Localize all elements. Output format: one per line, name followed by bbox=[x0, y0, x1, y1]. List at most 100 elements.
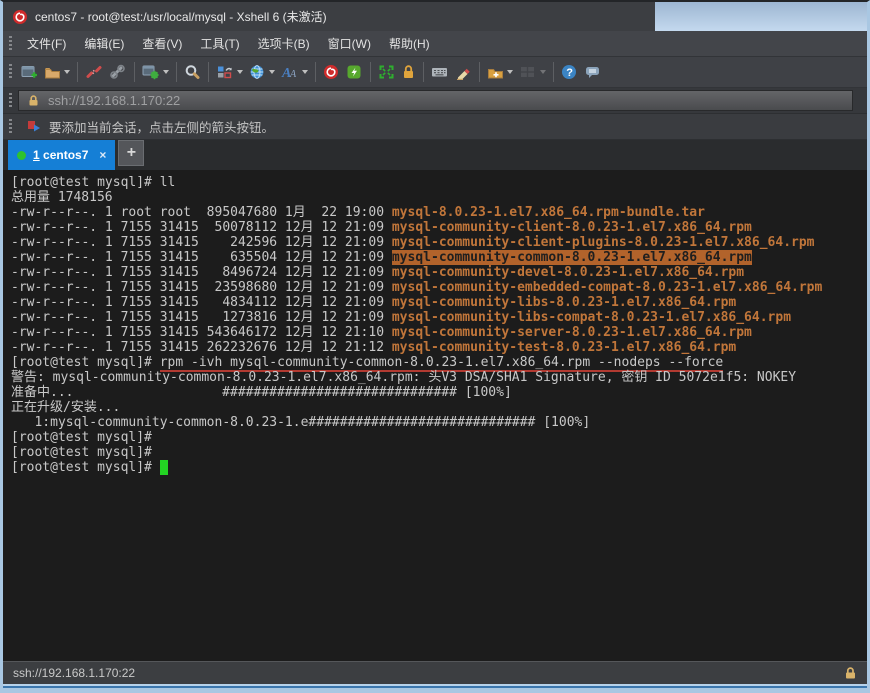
keyboard-icon bbox=[431, 64, 449, 80]
lock-screen-button[interactable] bbox=[398, 60, 419, 84]
toolbar-separator bbox=[370, 62, 371, 82]
terminal-line: [root@test mysql]# ll bbox=[11, 175, 867, 190]
terminal-line: 准备中... ############################## [1… bbox=[11, 385, 867, 400]
tab-centos7[interactable]: 1 centos7 × bbox=[8, 140, 115, 170]
terminal-line: -rw-r--r--. 1 7155 31415 23598680 12月 12… bbox=[11, 280, 867, 295]
help-button[interactable]: ? bbox=[558, 60, 581, 84]
window-title: centos7 - root@test:/usr/local/mysql - X… bbox=[35, 8, 327, 25]
tile-layout-button[interactable] bbox=[213, 60, 246, 84]
xshell-button[interactable] bbox=[320, 60, 343, 84]
lock-icon bbox=[401, 64, 416, 80]
toolbar-separator bbox=[134, 62, 135, 82]
svg-text:?: ? bbox=[566, 67, 573, 79]
dropdown-caret-icon bbox=[507, 70, 513, 74]
file-name: mysql-community-devel-8.0.23-1.el7.x86_6… bbox=[392, 265, 744, 280]
file-name: mysql-community-embedded-compat-8.0.23-1… bbox=[392, 280, 822, 295]
terminal-line: -rw-r--r--. 1 7155 31415 262232676 12月 1… bbox=[11, 340, 867, 355]
layout-icon bbox=[216, 64, 234, 80]
help-icon: ? bbox=[561, 64, 578, 80]
toolbar-separator bbox=[479, 62, 480, 82]
reconnect-button[interactable] bbox=[106, 60, 130, 84]
find-button[interactable] bbox=[181, 60, 204, 84]
tab-label: 1 centos7 bbox=[33, 148, 88, 162]
info-bar: 要添加当前会话，点击左侧的箭头按钮。 bbox=[3, 114, 867, 140]
terminal[interactable]: [root@test mysql]# ll总用量 1748156-rw-r--r… bbox=[3, 170, 867, 661]
toolbar-separator bbox=[553, 62, 554, 82]
new-session-folder-button[interactable] bbox=[484, 60, 516, 84]
dropdown-caret-icon bbox=[64, 70, 70, 74]
arrange-windows-button[interactable] bbox=[516, 60, 549, 84]
info-bar-grip[interactable] bbox=[9, 119, 12, 135]
open-session-button[interactable] bbox=[41, 60, 73, 84]
terminal-line: -rw-r--r--. 1 7155 31415 543646172 12月 1… bbox=[11, 325, 867, 340]
terminal-line: -rw-r--r--. 1 7155 31415 635504 12月 12 2… bbox=[11, 250, 867, 265]
file-name: mysql-community-libs-compat-8.0.23-1.el7… bbox=[392, 310, 791, 325]
status-url: ssh://192.168.1.170:22 bbox=[13, 666, 135, 680]
address-bar-grip[interactable] bbox=[9, 93, 12, 109]
dropdown-caret-icon bbox=[237, 70, 243, 74]
terminal-cursor bbox=[160, 460, 168, 475]
folder-add-icon bbox=[487, 65, 504, 80]
properties-icon bbox=[142, 64, 160, 80]
file-name: mysql-community-client-plugins-8.0.23-1.… bbox=[392, 235, 815, 250]
menu-file[interactable]: 文件(F) bbox=[18, 31, 75, 56]
file-name: mysql-community-client-8.0.23-1.el7.x86_… bbox=[392, 220, 752, 235]
font-icon: AA bbox=[281, 64, 299, 80]
dropdown-caret-icon bbox=[540, 70, 546, 74]
disconnect-icon bbox=[85, 64, 103, 80]
virtual-keyboard-button[interactable] bbox=[428, 60, 452, 84]
toolbar-separator bbox=[315, 62, 316, 82]
web-browser-button[interactable] bbox=[246, 60, 278, 84]
new-tab-button[interactable]: + bbox=[118, 140, 144, 166]
grid-icon bbox=[519, 64, 537, 80]
reconnect-icon bbox=[109, 64, 127, 80]
feedback-button[interactable] bbox=[581, 60, 605, 84]
xftp-button[interactable] bbox=[343, 60, 366, 84]
dropdown-caret-icon bbox=[163, 70, 169, 74]
tab-close-icon[interactable]: × bbox=[99, 148, 106, 162]
find-icon bbox=[184, 64, 201, 80]
file-name: mysql-community-server-8.0.23-1.el7.x86_… bbox=[392, 325, 752, 340]
fullscreen-icon bbox=[378, 64, 395, 80]
terminal-line: -rw-r--r--. 1 root root 895047680 1月 22 … bbox=[11, 205, 867, 220]
toolbar-grip[interactable] bbox=[9, 64, 12, 80]
menu-bar-grip[interactable] bbox=[9, 36, 12, 52]
dropdown-caret-icon bbox=[269, 70, 275, 74]
window-bottom-frame bbox=[3, 684, 867, 693]
session-properties-button[interactable] bbox=[139, 60, 172, 84]
highlighter-icon bbox=[455, 64, 472, 80]
menu-tools[interactable]: 工具(T) bbox=[191, 31, 248, 56]
status-lock-icon bbox=[843, 666, 857, 680]
disconnect-button[interactable] bbox=[82, 60, 106, 84]
terminal-line: 警告: mysql-community-common-8.0.23-1.el7.… bbox=[11, 370, 867, 385]
terminal-line: [root@test mysql]# bbox=[11, 445, 867, 460]
terminal-line: -rw-r--r--. 1 7155 31415 4834112 12月 12 … bbox=[11, 295, 867, 310]
file-name: mysql-8.0.23-1.el7.x86_64.rpm-bundle.tar bbox=[392, 205, 705, 220]
toolbar-separator bbox=[176, 62, 177, 82]
toolbar-separator bbox=[77, 62, 78, 82]
open-folder-icon bbox=[44, 65, 61, 80]
menu-edit[interactable]: 编辑(E) bbox=[75, 31, 133, 56]
bubble-icon bbox=[584, 64, 602, 80]
file-name: mysql-community-libs-8.0.23-1.el7.x86_64… bbox=[392, 295, 736, 310]
menu-window[interactable]: 窗口(W) bbox=[319, 31, 380, 56]
add-session-flag-icon[interactable] bbox=[26, 120, 41, 134]
font-button[interactable]: AA bbox=[278, 60, 311, 84]
address-url: ssh://192.168.1.170:22 bbox=[48, 93, 180, 108]
address-bar[interactable]: ssh://192.168.1.170:22 bbox=[18, 90, 853, 111]
menu-help[interactable]: 帮助(H) bbox=[380, 31, 439, 56]
menu-tab[interactable]: 选项卡(B) bbox=[249, 31, 319, 56]
highlight-button[interactable] bbox=[452, 60, 475, 84]
toolbar: AA? bbox=[3, 57, 867, 88]
dropdown-caret-icon bbox=[302, 70, 308, 74]
terminal-line: [root@test mysql]# bbox=[11, 460, 867, 475]
new-session-icon bbox=[21, 64, 38, 80]
xftp-icon bbox=[346, 64, 363, 80]
title-bar-dark-area: centos7 - root@test:/usr/local/mysql - X… bbox=[3, 2, 655, 31]
fullscreen-button[interactable] bbox=[375, 60, 398, 84]
tab-connected-dot-icon bbox=[17, 151, 26, 160]
xshell-icon bbox=[323, 64, 340, 80]
new-session-button[interactable] bbox=[18, 60, 41, 84]
menu-view[interactable]: 查看(V) bbox=[133, 31, 191, 56]
terminal-line: [root@test mysql]# bbox=[11, 430, 867, 445]
